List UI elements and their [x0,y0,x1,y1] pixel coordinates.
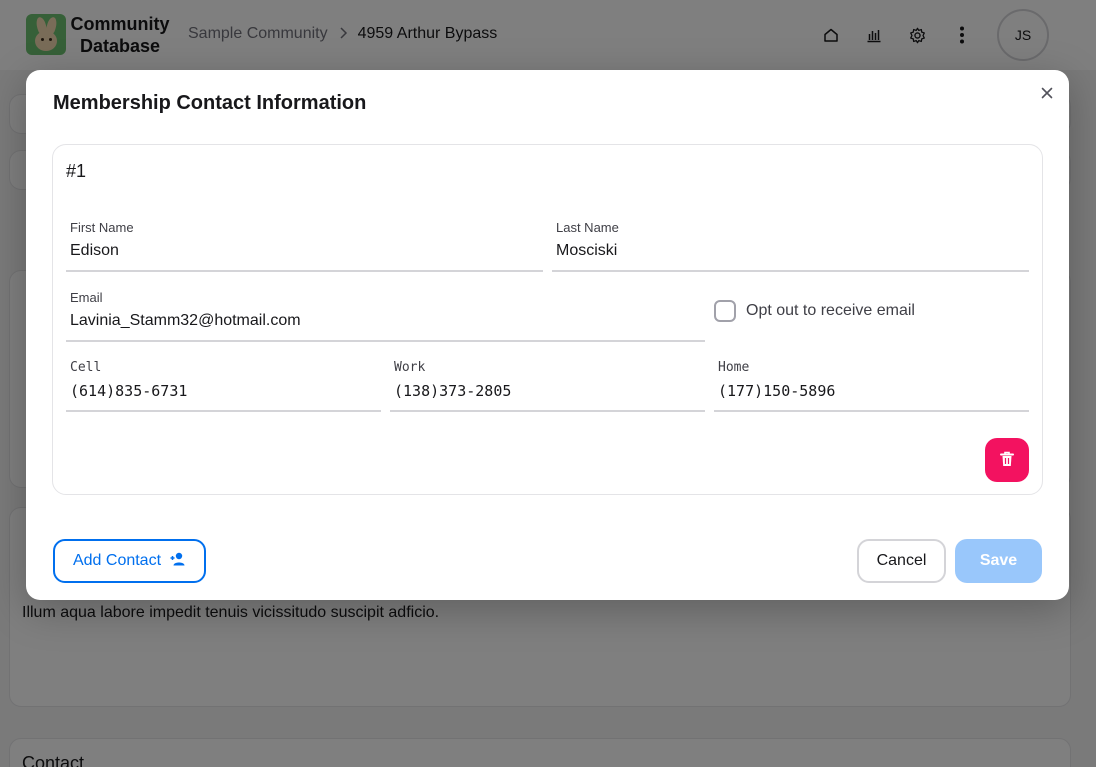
contact-card: #1 First Name Last Name Email Opt out to… [52,144,1043,495]
home-label: Home [718,360,750,375]
email-field: Email [66,290,705,342]
cell-phone-field: Cell [66,360,381,412]
membership-contact-modal: Membership Contact Information #1 First … [26,70,1069,600]
home-input[interactable] [714,376,1029,406]
opt-out-email-checkbox[interactable]: Opt out to receive email [714,300,915,322]
last-name-label: Last Name [556,220,619,235]
cancel-button[interactable]: Cancel [857,539,946,583]
work-input[interactable] [390,376,705,406]
trash-icon [1000,451,1014,470]
close-icon[interactable] [1036,82,1058,104]
first-name-field: First Name [66,220,543,272]
first-name-input[interactable] [66,236,543,266]
first-name-label: First Name [70,220,134,235]
last-name-field: Last Name [552,220,1029,272]
opt-out-label: Opt out to receive email [746,302,915,319]
cell-input[interactable] [66,376,381,406]
save-button[interactable]: Save [955,539,1042,583]
email-label: Email [70,290,103,305]
add-user-icon [170,552,186,571]
cell-label: Cell [70,360,102,375]
add-contact-label: Add Contact [72,552,162,569]
modal-title: Membership Contact Information [53,92,367,114]
checkbox-box[interactable] [714,300,736,322]
last-name-input[interactable] [552,236,1029,266]
work-phone-field: Work [390,360,705,412]
contact-index: #1 [66,161,87,181]
work-label: Work [394,360,426,375]
delete-contact-button[interactable] [985,438,1029,482]
home-phone-field: Home [714,360,1029,412]
add-contact-button[interactable]: Add Contact [53,539,206,583]
email-input[interactable] [66,306,705,336]
